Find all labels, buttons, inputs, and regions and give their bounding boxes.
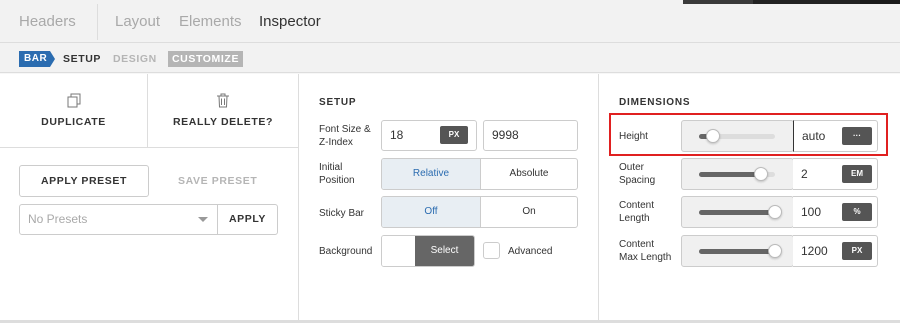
z-index-value: 9998 bbox=[492, 128, 519, 142]
position-relative-option[interactable]: Relative bbox=[382, 159, 480, 189]
element-type-badge: BAR bbox=[19, 51, 55, 67]
apply-preset-button[interactable]: APPLY PRESET bbox=[19, 165, 149, 197]
position-absolute-option[interactable]: Absolute bbox=[481, 159, 577, 189]
content-max-length-label-line1: Content bbox=[619, 239, 655, 250]
content-max-length-slider[interactable] bbox=[681, 235, 794, 267]
setup-panel: SETUP Font Size & Z-Index 18 PX 9998 Ini… bbox=[299, 74, 599, 323]
trash-icon bbox=[217, 93, 229, 108]
content-length-value: 100 bbox=[801, 205, 822, 219]
outer-spacing-unit-button[interactable]: EM bbox=[842, 165, 872, 183]
save-preset-button[interactable]: SAVE PRESET bbox=[178, 175, 257, 187]
sticky-off-option[interactable]: Off bbox=[382, 197, 480, 227]
position-label: Initial Position bbox=[319, 161, 355, 187]
content-length-fill bbox=[699, 210, 775, 215]
background-select-button[interactable]: Select bbox=[415, 236, 474, 266]
tab-divider bbox=[97, 4, 98, 40]
sticky-toggle: Off On bbox=[381, 196, 578, 228]
dimensions-title: DIMENSIONS bbox=[619, 97, 691, 108]
sub-tab-bar: BAR SETUP DESIGN CUSTOMIZE bbox=[0, 43, 900, 73]
preset-select-value: No Presets bbox=[28, 212, 88, 226]
preset-select[interactable]: No Presets bbox=[19, 204, 218, 235]
content-length-unit-button[interactable]: % bbox=[842, 203, 872, 221]
content-max-length-label-line2: Max Length bbox=[619, 252, 672, 263]
outer-spacing-label-line1: Outer bbox=[619, 162, 645, 173]
content-max-length-unit-button[interactable]: PX bbox=[842, 242, 872, 260]
inspector-window: Headers Layout Elements Inspector BAR SE… bbox=[0, 0, 900, 323]
top-tab-bar: Headers Layout Elements Inspector bbox=[0, 0, 900, 43]
position-toggle: Relative Absolute bbox=[381, 158, 578, 190]
content-max-length-track bbox=[699, 249, 775, 254]
height-row-highlight bbox=[609, 113, 888, 156]
outer-spacing-fill bbox=[699, 172, 762, 177]
background-label: Background bbox=[319, 246, 373, 257]
duplicate-label: DUPLICATE bbox=[41, 116, 106, 128]
content-length-knob[interactable] bbox=[768, 205, 782, 219]
outer-spacing-value: 2 bbox=[801, 167, 808, 181]
font-size-label: Font Size & Z-Index bbox=[319, 123, 371, 149]
subtab-design[interactable]: DESIGN bbox=[113, 53, 157, 65]
background-swatch bbox=[382, 236, 415, 266]
content-length-label-line2: Length bbox=[619, 213, 650, 224]
content-max-length-knob[interactable] bbox=[768, 244, 782, 258]
font-size-label-line1: Font Size & bbox=[319, 124, 371, 135]
sticky-label: Sticky Bar bbox=[319, 208, 365, 219]
tab-elements[interactable]: Elements bbox=[179, 13, 242, 30]
video-preview-strip bbox=[683, 0, 900, 4]
tab-layout[interactable]: Layout bbox=[115, 13, 160, 30]
advanced-label: Advanced bbox=[508, 246, 553, 257]
content-length-label-line1: Content bbox=[619, 200, 655, 211]
action-row: DUPLICATE REALLY DELETE? bbox=[0, 74, 298, 148]
content-length-label: Content Length bbox=[619, 199, 654, 225]
dimensions-panel: DIMENSIONS Height auto ··· Outer Spacing… bbox=[599, 74, 900, 323]
subtab-setup[interactable]: SETUP bbox=[63, 53, 101, 65]
tab-headers[interactable]: Headers bbox=[19, 13, 76, 30]
font-size-value: 18 bbox=[390, 128, 404, 142]
setup-title: SETUP bbox=[319, 97, 357, 108]
position-label-line2: Position bbox=[319, 175, 355, 186]
z-index-field[interactable]: 9998 bbox=[483, 120, 578, 151]
position-label-line1: Initial bbox=[319, 162, 343, 173]
sticky-on-option[interactable]: On bbox=[481, 197, 577, 227]
advanced-checkbox[interactable] bbox=[483, 242, 500, 259]
background-picker[interactable]: Select bbox=[381, 235, 475, 267]
duplicate-icon bbox=[67, 93, 80, 108]
chevron-down-icon bbox=[198, 217, 208, 222]
content-max-length-value: 1200 bbox=[801, 244, 828, 258]
tab-inspector[interactable]: Inspector bbox=[259, 13, 321, 30]
outer-spacing-slider[interactable] bbox=[681, 158, 794, 190]
subtab-customize[interactable]: CUSTOMIZE bbox=[168, 51, 244, 67]
content-length-track bbox=[699, 210, 775, 215]
content-max-length-label: Content Max Length bbox=[619, 238, 671, 264]
delete-label: REALLY DELETE? bbox=[173, 116, 273, 128]
content-max-length-fill bbox=[699, 249, 775, 254]
font-size-unit-button[interactable]: PX bbox=[440, 126, 468, 144]
font-size-label-line2: Z-Index bbox=[319, 137, 353, 148]
outer-spacing-knob[interactable] bbox=[754, 167, 769, 181]
outer-spacing-label-line2: Spacing bbox=[619, 175, 656, 186]
apply-button[interactable]: APPLY bbox=[217, 204, 278, 235]
actions-panel: DUPLICATE REALLY DELETE? APPLY PRESET SA… bbox=[0, 74, 299, 323]
delete-button[interactable]: REALLY DELETE? bbox=[148, 74, 298, 148]
outer-spacing-label: Outer Spacing bbox=[619, 161, 655, 187]
duplicate-button[interactable]: DUPLICATE bbox=[0, 74, 148, 148]
content-length-slider[interactable] bbox=[681, 196, 794, 228]
